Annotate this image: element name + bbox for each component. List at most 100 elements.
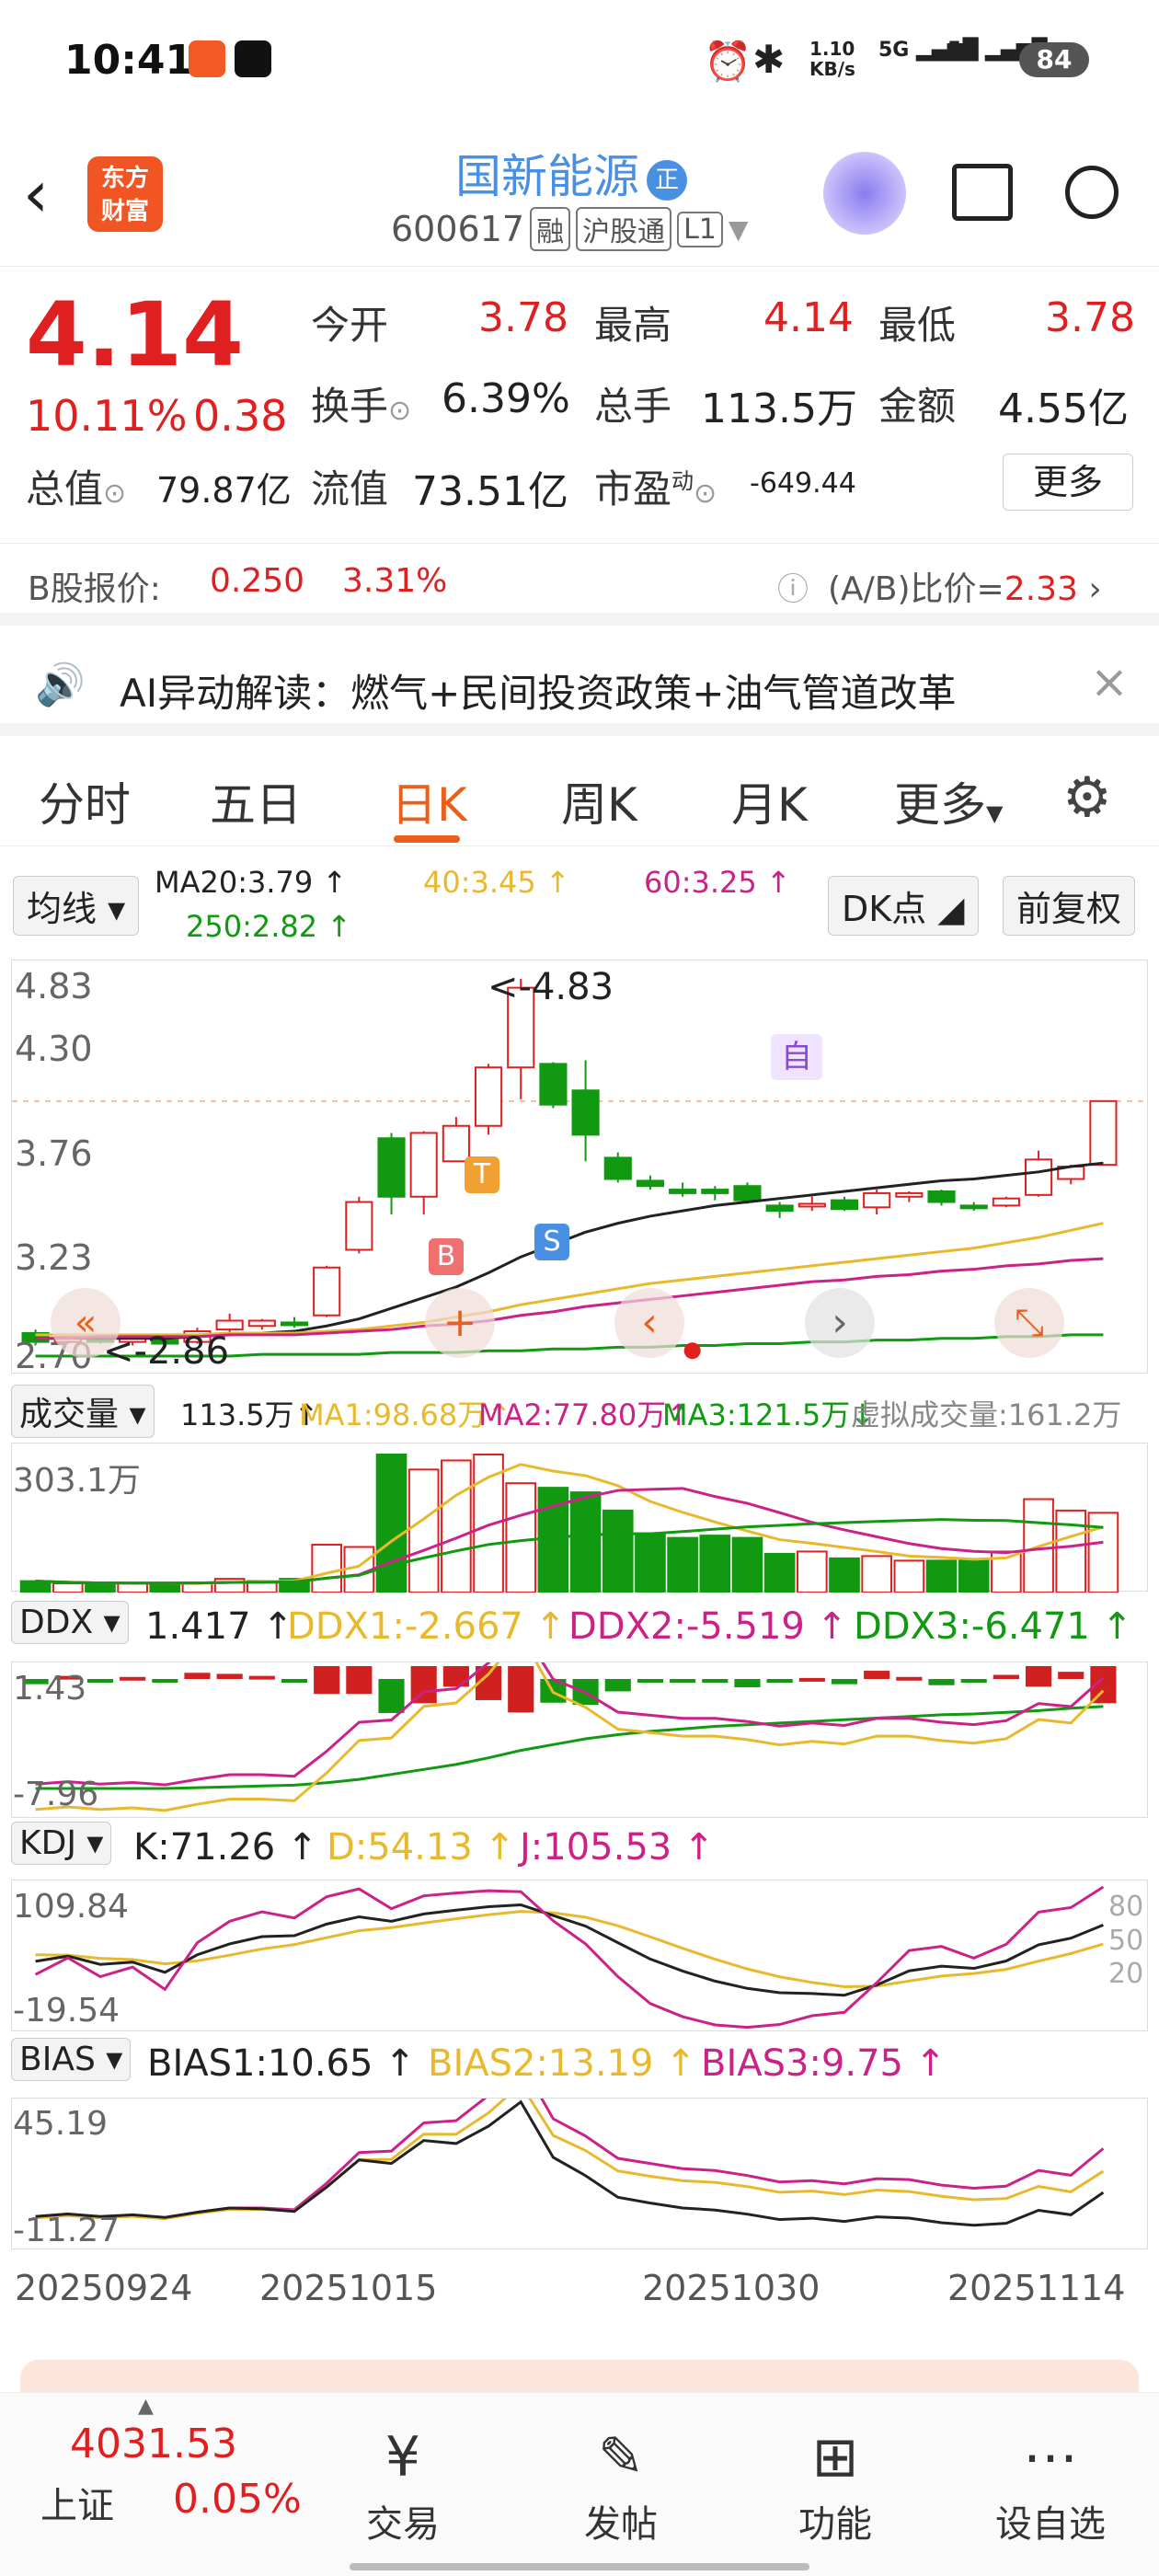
next-icon[interactable]: ›: [805, 1288, 875, 1358]
volume-bar: [602, 1509, 634, 1593]
back-icon[interactable]: ‹: [23, 156, 49, 232]
y-tick-2: 4.30: [15, 1029, 93, 1069]
candle: [280, 1321, 309, 1327]
dropdown-icon[interactable]: ▼: [729, 214, 749, 245]
candle: [409, 1132, 438, 1198]
ma-row: 均线 ▾ MA20:3.79 ↑ 40:3.45 ↑ 60:3.25 ↑ 250…: [0, 856, 1159, 957]
tab-weekly-k[interactable]: 周K: [561, 768, 637, 834]
volume-bar: [85, 1583, 116, 1594]
watchlist-button[interactable]: ⋯ 设自选: [977, 2421, 1124, 2547]
volume-bar: [52, 1582, 84, 1594]
help-icon[interactable]: ⓘ: [777, 564, 809, 609]
kdj-panel[interactable]: [11, 1880, 1148, 2031]
volume-bar: [505, 1482, 537, 1593]
close-icon[interactable]: ×: [1090, 655, 1129, 708]
volume-bar: [893, 1559, 925, 1593]
ddx-bar: [702, 1679, 729, 1683]
tab-intraday[interactable]: 分时: [39, 768, 131, 834]
tab-daily-k[interactable]: 日K: [391, 768, 467, 834]
kdj-80: 80: [1108, 1891, 1144, 1923]
candle: [733, 1185, 762, 1202]
pe-value: -649.44: [750, 467, 856, 500]
candle: [636, 1179, 665, 1188]
adjust-button[interactable]: 前复权: [1003, 876, 1136, 936]
share-icon[interactable]: [952, 164, 1013, 221]
volume-bar: [667, 1536, 698, 1594]
tab-monthly-k[interactable]: 月K: [731, 768, 808, 834]
ddx-bar: [993, 1674, 1019, 1679]
ddx-bar: [314, 1666, 340, 1695]
kline-panel[interactable]: [11, 960, 1149, 1374]
function-button[interactable]: ⊞ 功能: [762, 2421, 909, 2547]
kdj-selector[interactable]: KDJ ▾: [11, 1822, 112, 1865]
app-logo[interactable]: 东方 财富: [87, 156, 163, 232]
change-amt: 0.38: [193, 391, 288, 441]
ddx-bar: [508, 1666, 534, 1713]
ddx-bot-tick: -7.96: [13, 1776, 99, 1813]
ddx-panel[interactable]: [11, 1625, 1148, 1818]
scroll-left-fast-icon[interactable]: «: [51, 1288, 120, 1358]
virtual-volume: 虚拟成交量:161.2万: [851, 1397, 1122, 1432]
promo-strip[interactable]: [20, 2360, 1139, 2397]
mark-b[interactable]: B: [429, 1238, 464, 1275]
stock-code-row: 600617 融 沪股通 L1 ▼: [391, 207, 748, 251]
mark-zi[interactable]: 自: [771, 1034, 822, 1080]
robot-assistant-icon[interactable]: [823, 152, 906, 235]
stock-header: ‹ 东方 财富 国新能源正 600617 融 沪股通 L1 ▼: [0, 129, 1159, 267]
volume-top-tick: 303.1万: [13, 1462, 142, 1500]
pe-label: 市盈动⊙: [594, 466, 717, 512]
vol-ma2: MA2:77.80万↑: [478, 1397, 692, 1432]
gear-icon[interactable]: ⚙: [1062, 765, 1112, 830]
candle: [539, 1063, 568, 1106]
bottom-bar: ▲ 4031.53 上证 0.05% ¥ 交易 ✎ 发帖 ⊞ 功能 ⋯ 设自选: [0, 2392, 1159, 2576]
ddx-bar: [670, 1679, 696, 1683]
candle: [765, 1204, 794, 1213]
volume-selector[interactable]: 成交量 ▾: [11, 1385, 155, 1438]
dk-point-button[interactable]: DK点 ◢: [828, 876, 979, 936]
search-icon[interactable]: [1065, 166, 1119, 219]
ab-ratio: (A/B)比价=2.33 ›: [828, 570, 1102, 608]
tab-more[interactable]: 更多▼: [894, 768, 1003, 834]
more-icon: ⋯: [1023, 2425, 1078, 2490]
mark-s[interactable]: S: [534, 1224, 569, 1260]
ddx-bar: [216, 1673, 243, 1679]
crosshair-icon[interactable]: +: [425, 1288, 495, 1358]
ma-selector[interactable]: 均线 ▾: [13, 876, 140, 936]
bias-selector[interactable]: BIAS ▾: [11, 2038, 132, 2081]
tag-margin: 融: [530, 207, 571, 251]
volume-bar: [958, 1559, 990, 1593]
low-value: 3.78: [1045, 294, 1135, 341]
ddx-value: 1.417 ↑: [145, 1605, 293, 1648]
volume-bar: [699, 1535, 731, 1593]
trade-button[interactable]: ¥ 交易: [329, 2421, 476, 2547]
index-widget[interactable]: ▲ 4031.53 上证 0.05%: [0, 2393, 331, 2540]
more-button[interactable]: 更多: [1003, 454, 1133, 511]
ddx2-value: DDX2:-5.519 ↑: [568, 1605, 848, 1648]
ai-banner[interactable]: 🔊 AI异动解读：燃气+民间投资政策+油气管道改革 ×: [0, 635, 1159, 736]
candle: [863, 1191, 891, 1209]
bluetooth-icon: ✱: [752, 37, 786, 82]
candle: [701, 1189, 729, 1194]
y-tick-1: 4.83: [15, 966, 93, 1006]
candle: [992, 1197, 1020, 1207]
tab-5day[interactable]: 五日: [210, 768, 302, 834]
ddx-selector[interactable]: DDX ▾: [11, 1601, 129, 1644]
volume-label: 总手: [594, 384, 672, 429]
volume-panel[interactable]: [11, 1443, 1148, 1594]
mark-t[interactable]: T: [465, 1156, 499, 1193]
prev-icon[interactable]: ‹: [614, 1288, 684, 1358]
ddx-bar: [120, 1676, 146, 1681]
tab-indicator: [394, 835, 460, 843]
kline-chart[interactable]: [12, 960, 1149, 1374]
fullscreen-icon[interactable]: ⤡: [994, 1288, 1064, 1358]
volume-bar: [1087, 1512, 1119, 1593]
b-share-row[interactable]: B股报价: 0.250 3.31% ⓘ (A/B)比价=2.33 ›: [0, 543, 1159, 626]
kdj-chart: [34, 1885, 1105, 2030]
bias-panel[interactable]: [11, 2059, 1148, 2249]
volume-bar: [635, 1532, 666, 1593]
tag-level: L1: [677, 211, 723, 247]
post-button[interactable]: ✎ 发帖: [547, 2421, 694, 2547]
ddx-bar: [86, 1679, 114, 1683]
chart-tabs: 分时 五日 日K 周K 月K 更多▼ ⚙: [0, 745, 1159, 846]
high-marker: <-4.83: [488, 966, 614, 1008]
